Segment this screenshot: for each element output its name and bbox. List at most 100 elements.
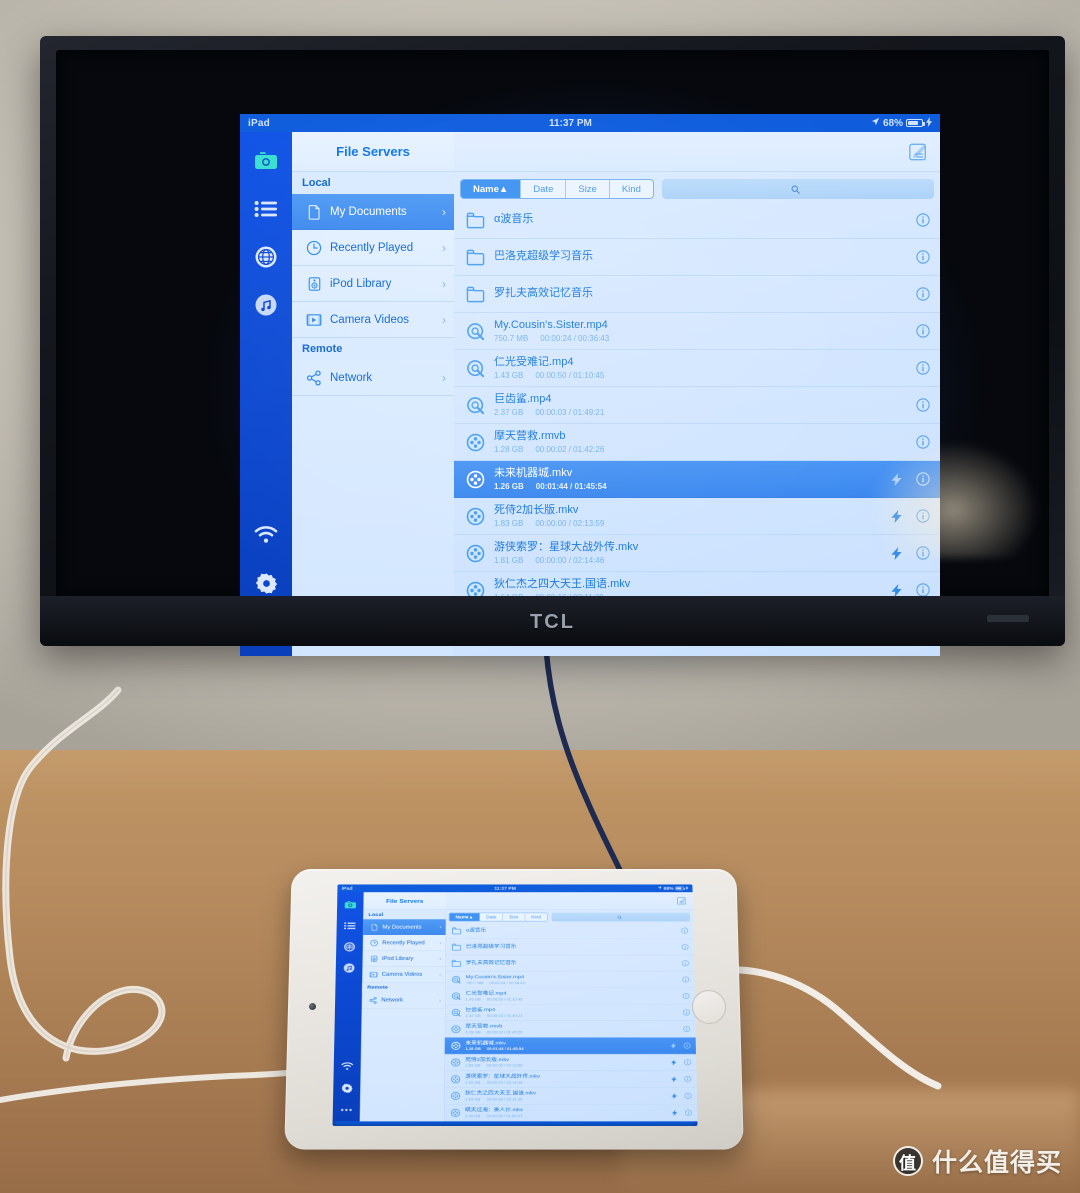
search-input[interactable]	[661, 179, 934, 199]
folder-icon[interactable]	[253, 148, 279, 174]
info-circle-icon	[684, 1059, 691, 1065]
globe-icon[interactable]	[253, 244, 279, 270]
sidebar-item-my-documents[interactable]: My Documents ›	[292, 194, 454, 230]
file-name: 死侍2加长版.mkv	[494, 503, 579, 516]
file-text: 罗扎夫高效记忆音乐	[494, 287, 882, 301]
file-meta: 1.81 GB 00:00:00 / 02:14:46	[465, 1081, 666, 1085]
sidebar-item-network[interactable]: Network ›	[292, 360, 454, 396]
mirrored-ipad-screen: iPad 11:37 PM 68% File Servers Local My …	[240, 114, 940, 656]
clock-icon	[370, 939, 378, 946]
file-time: 00:00:02 / 01:42:26	[486, 1030, 523, 1035]
detail-toolbar	[454, 132, 940, 172]
icon-rail	[240, 132, 292, 656]
file-name: 巴洛克超级学习音乐	[465, 943, 517, 950]
info-circle-icon[interactable]	[916, 472, 930, 486]
ipad-home-button[interactable]	[691, 990, 727, 1024]
detail-panel: Name▲ Date Size Kind α波音乐 巴洛克超级学习音乐 罗扎夫高…	[454, 132, 940, 656]
sidebar-item-my-documents: My Documents ›	[363, 919, 446, 936]
info-circle-icon[interactable]	[916, 361, 930, 375]
wifi-icon[interactable]	[253, 522, 279, 548]
sidebar-item-label: iPod Library	[381, 955, 414, 962]
status-clock: 11:37 PM	[494, 885, 516, 891]
quicktime-icon	[466, 396, 485, 415]
sidebar-item-ipod-library: iPod Library ›	[362, 950, 446, 967]
file-row: 巨齿鲨.mp4 2.37 GB 00:00:03 / 01:49:21	[444, 1004, 696, 1021]
file-row[interactable]: 游侠索罗：星球大战外传.mkv 1.81 GB 00:00:00 / 02:14…	[454, 535, 940, 572]
folder-outline-icon	[452, 926, 462, 934]
sort-button-kind[interactable]: Kind	[610, 180, 653, 198]
file-list[interactable]: α波音乐 巴洛克超级学习音乐 罗扎夫高效记忆音乐 My.Cousin's.Sis…	[454, 202, 940, 656]
file-text: α波音乐	[494, 213, 882, 227]
watermark-badge: 值	[892, 1146, 923, 1176]
row-actions	[671, 1076, 691, 1082]
document-icon	[370, 923, 378, 930]
film-strip-icon	[306, 312, 322, 328]
compose-edit-icon[interactable]	[908, 142, 928, 162]
ipad-screen[interactable]: iPad 11:37 PM 68% File Servers Local My …	[332, 884, 698, 1126]
lightning-bolt-icon[interactable]	[891, 583, 902, 597]
row-actions	[891, 435, 930, 449]
file-name: 仁光受难记.mp4	[465, 990, 507, 996]
folder-row[interactable]: 罗扎夫高效记忆音乐	[454, 276, 940, 313]
sort-segmented-control[interactable]: Name▲ Date Size Kind	[460, 179, 654, 199]
file-text: 死侍2加长版.mkv 1.83 GB 00:00:00 / 02:13:59	[494, 504, 882, 529]
file-row: 游侠索罗：星球大战外传.mkv 1.81 GB 00:00:00 / 02:14…	[444, 1070, 697, 1088]
info-circle-icon[interactable]	[916, 213, 930, 227]
folder-outline-icon	[466, 211, 485, 230]
music-icon[interactable]	[253, 292, 279, 318]
sidebar-item-camera-videos[interactable]: Camera Videos ›	[292, 302, 454, 338]
info-circle-icon	[681, 944, 688, 950]
info-circle-icon[interactable]	[916, 546, 930, 560]
lightning-bolt-icon[interactable]	[891, 472, 902, 486]
sort-button-date[interactable]: Date	[521, 180, 567, 198]
lightning-bolt-icon	[670, 1042, 677, 1049]
sort-button-name[interactable]: Name▲	[461, 180, 522, 198]
gear-icon[interactable]	[253, 570, 279, 596]
sidebar-item-recently-played[interactable]: Recently Played ›	[292, 230, 454, 266]
mirrored-ipad-screen: iPad 11:37 PM 68% File Servers Local My …	[332, 884, 698, 1122]
info-circle-icon[interactable]	[916, 509, 930, 523]
sort-button-size[interactable]: Size	[566, 180, 610, 198]
lightning-bolt-icon	[670, 1059, 677, 1066]
folder-row[interactable]: α波音乐	[454, 202, 940, 239]
info-circle-icon[interactable]	[916, 398, 930, 412]
file-row[interactable]: 仁光受难记.mp4 1.43 GB 00:00:50 / 01:10:45	[454, 350, 940, 387]
file-row[interactable]: 巨齿鲨.mp4 2.37 GB 00:00:03 / 01:49:21	[454, 387, 940, 424]
info-circle-icon[interactable]	[916, 435, 930, 449]
folder-row[interactable]: 巴洛克超级学习音乐	[454, 239, 940, 276]
info-circle-icon	[681, 928, 688, 934]
info-circle-icon	[683, 1026, 690, 1032]
file-meta: 1.26 GB 00:01:44 / 01:45:54	[465, 1047, 666, 1051]
file-name: My.Cousin's.Sister.mp4	[465, 974, 525, 980]
file-name: α波音乐	[466, 927, 487, 933]
info-circle-icon[interactable]	[916, 324, 930, 338]
sidebar-item-ipod-library[interactable]: iPod Library ›	[292, 266, 454, 302]
film-strip-icon	[369, 971, 377, 978]
group-header-remote: Remote	[362, 982, 446, 993]
file-row[interactable]: 摩天营救.rmvb 1.28 GB 00:00:02 / 01:42:26	[454, 424, 940, 461]
info-circle-icon[interactable]	[916, 583, 930, 597]
speaker-icon	[306, 276, 322, 292]
chevron-right-icon: ›	[439, 939, 442, 946]
folder-outline-icon	[466, 248, 485, 267]
file-row[interactable]: My.Cousin's.Sister.mp4 750.7 MB 00:00:24…	[454, 313, 940, 350]
file-size: 1.43 GB	[494, 371, 524, 381]
list-icon[interactable]	[253, 196, 279, 222]
file-row[interactable]: 死侍2加长版.mkv 1.83 GB 00:00:00 / 02:13:59	[454, 498, 940, 535]
file-text: 仁光受难记.mp4 1.43 GB 00:00:50 / 01:10:45	[494, 356, 882, 381]
share-nodes-icon	[369, 997, 377, 1004]
ipad-screen-content: iPad 11:37 PM 68% File Servers Local My …	[332, 884, 698, 1125]
info-circle-icon[interactable]	[916, 250, 930, 264]
file-name: 游侠索罗：星球大战外传.mkv	[494, 540, 639, 553]
file-row[interactable]: 未来机器城.mkv 1.26 GB 00:01:44 / 01:45:54	[454, 461, 940, 498]
film-reel-icon	[451, 1025, 461, 1034]
chevron-right-icon: ›	[438, 997, 442, 1004]
lightning-bolt-icon[interactable]	[891, 546, 902, 560]
film-reel-icon	[451, 1091, 461, 1100]
photo-scene: iPad 11:37 PM 68% File Servers Local My …	[0, 0, 1080, 1193]
info-circle-icon[interactable]	[916, 287, 930, 301]
file-size: 1.28 GB	[494, 445, 524, 455]
file-row: My.Cousin's.Sister.mp4 750.7 MB 00:00:24…	[445, 971, 695, 988]
lightning-bolt-icon[interactable]	[891, 509, 902, 523]
file-text: 仁光受难记.mp4 1.43 GB 00:00:50 / 01:10:45	[466, 990, 665, 1001]
